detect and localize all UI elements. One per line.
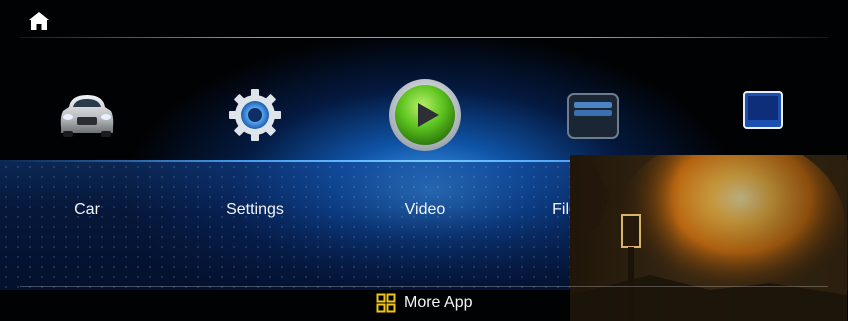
app-label-car: Car (74, 201, 100, 218)
app-label-video: Video (404, 201, 446, 218)
more-app-label: More App (404, 294, 473, 311)
top-divider (20, 37, 828, 38)
more-app-button[interactable]: More App (376, 293, 472, 313)
tablet-icon (743, 91, 783, 129)
app-settings[interactable]: Settings (190, 85, 320, 218)
gear-icon (229, 89, 281, 141)
folder-icon (567, 93, 619, 139)
app-car[interactable]: Car (22, 85, 152, 218)
car-launcher-screen: Car Settings Video File More App (0, 0, 848, 321)
play-icon (389, 79, 461, 151)
status-bar (0, 0, 848, 40)
grid-icon (376, 293, 396, 313)
home-icon[interactable] (28, 10, 50, 32)
picture-in-picture-video[interactable] (570, 155, 847, 321)
app-label-settings: Settings (226, 201, 284, 218)
car-icon (60, 95, 114, 137)
app-video[interactable]: Video (360, 79, 490, 218)
bottom-divider (20, 286, 828, 287)
